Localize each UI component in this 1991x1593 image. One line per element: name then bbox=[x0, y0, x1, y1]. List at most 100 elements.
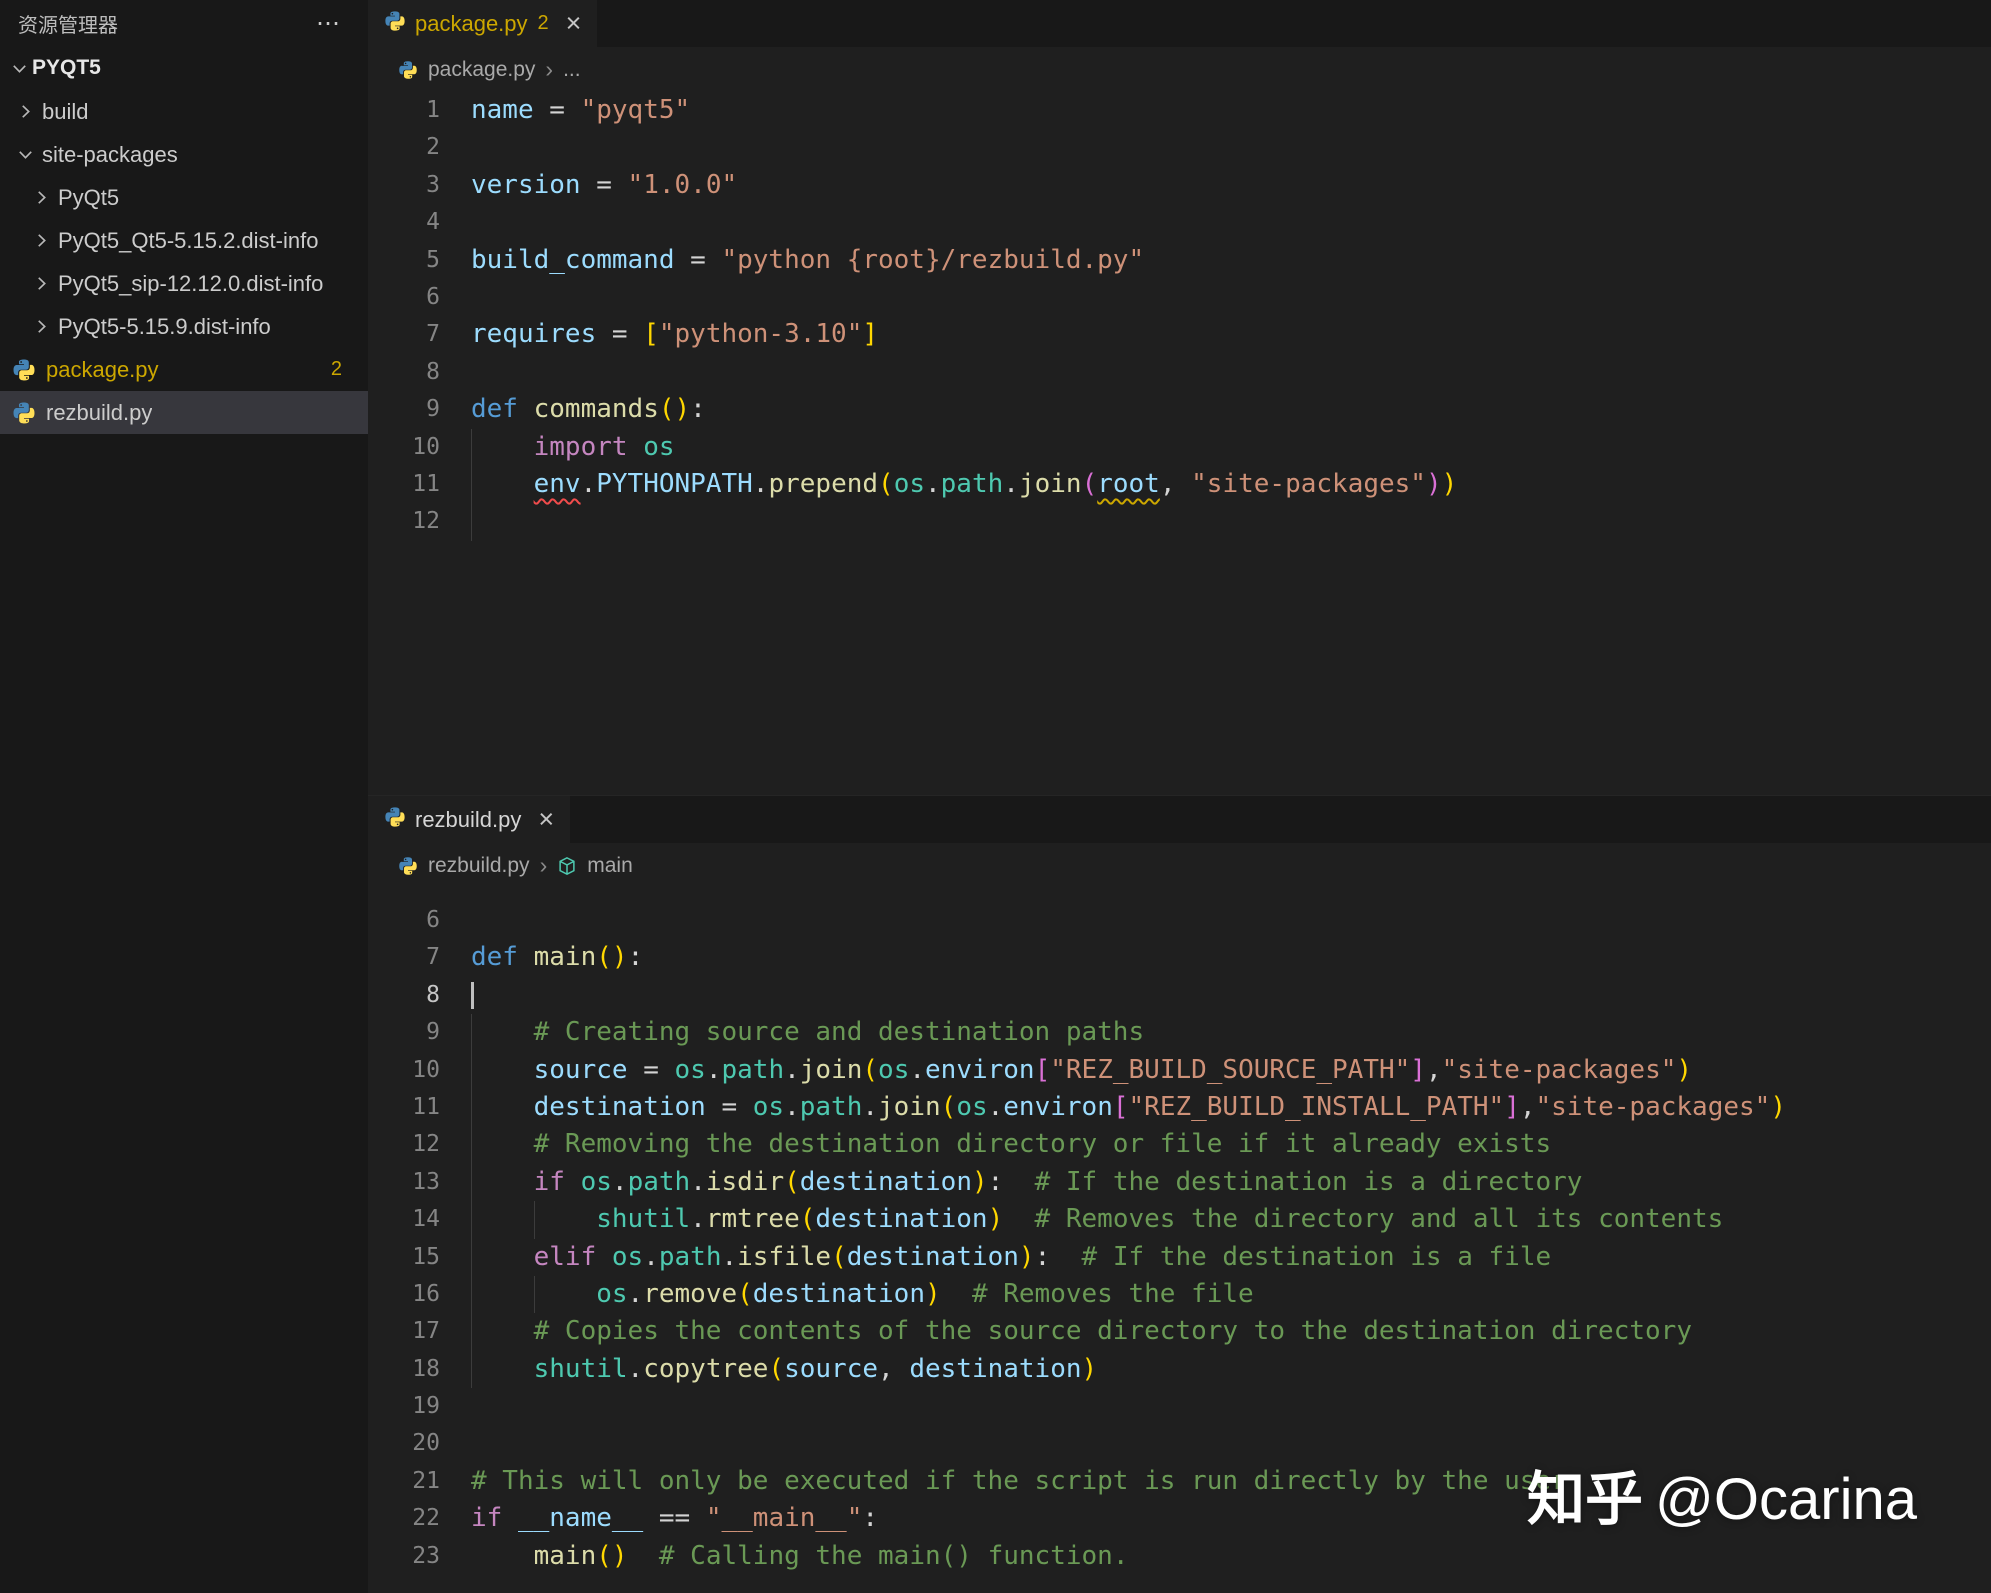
chevron-down-icon bbox=[6, 59, 32, 78]
tree-item-label: build bbox=[42, 99, 88, 125]
tree-item-label: PyQt5 bbox=[58, 185, 119, 211]
breadcrumb-symbol[interactable]: main bbox=[587, 854, 633, 878]
tab-package-py[interactable]: package.py 2 × bbox=[368, 0, 597, 47]
line-number: 12 bbox=[368, 1126, 440, 1163]
line-number: 11 bbox=[368, 1089, 440, 1126]
tree-item-rezbuild-py[interactable]: rezbuild.py bbox=[0, 391, 368, 434]
line-number: 12 bbox=[368, 503, 440, 540]
code-line[interactable]: 2 bbox=[368, 129, 1991, 166]
code-line[interactable]: 19 bbox=[368, 1388, 1991, 1425]
tree-item-pyqt5-sip-12-12-0-dist-info[interactable]: PyQt5_sip-12.12.0.dist-info bbox=[0, 262, 368, 305]
code-line[interactable]: 13 if os.path.isdir(destination): # If t… bbox=[368, 1164, 1991, 1201]
line-number: 14 bbox=[368, 1201, 440, 1238]
tree-item-package-py[interactable]: package.py2 bbox=[0, 348, 368, 391]
project-section-label: PYQT5 bbox=[32, 56, 101, 80]
code-line[interactable]: 14 shutil.rmtree(destination) # Removes … bbox=[368, 1201, 1991, 1238]
line-number: 21 bbox=[368, 1463, 440, 1500]
code-text: version = "1.0.0" bbox=[471, 167, 737, 204]
tab-rezbuild-py[interactable]: rezbuild.py × bbox=[368, 796, 570, 843]
watermark-brand: 知乎 bbox=[1527, 1467, 1643, 1532]
breadcrumb-tail[interactable]: ... bbox=[563, 58, 581, 82]
code-line[interactable]: 5 build_command = "python {root}/rezbuild… bbox=[368, 242, 1991, 279]
tree-item-pyqt5[interactable]: PyQt5 bbox=[0, 176, 368, 219]
indent-guide bbox=[471, 503, 472, 540]
code-text: # Copies the contents of the source dire… bbox=[471, 1313, 1692, 1350]
code-line[interactable]: 3 version = "1.0.0" bbox=[368, 167, 1991, 204]
code-line[interactable]: 11 env.PYTHONPATH.prepend(os.path.join(r… bbox=[368, 466, 1991, 503]
code-line[interactable]: 23 main() # Calling the main() function. bbox=[368, 1538, 1991, 1575]
code-text: main() # Calling the main() function. bbox=[471, 1538, 1128, 1575]
indent-guide bbox=[471, 1052, 472, 1089]
python-icon bbox=[398, 60, 418, 80]
line-number: 10 bbox=[368, 429, 440, 466]
line-number: 20 bbox=[368, 1425, 440, 1462]
code-line[interactable]: 6 bbox=[368, 902, 1991, 939]
line-number: 5 bbox=[368, 242, 440, 279]
indent-guide bbox=[471, 429, 472, 466]
tree-item-pyqt5-5-15-9-dist-info[interactable]: PyQt5-5.15.9.dist-info bbox=[0, 305, 368, 348]
code-line[interactable]: 10 import os bbox=[368, 429, 1991, 466]
indent-guide bbox=[534, 1201, 535, 1238]
tab-bar-top: package.py 2 × bbox=[368, 0, 1991, 47]
indent-guide bbox=[471, 1014, 472, 1051]
chevron-right-icon bbox=[28, 274, 54, 293]
indent-guide bbox=[471, 466, 472, 503]
breadcrumb-separator: › bbox=[540, 852, 548, 879]
code-line[interactable]: 12 bbox=[368, 503, 1991, 540]
code-line[interactable]: 8 bbox=[368, 977, 1991, 1014]
tab-bar-bottom: rezbuild.py × bbox=[368, 796, 1991, 843]
code-editor-package[interactable]: 1name = "pyqt5"23 version = "1.0.0"45 buil… bbox=[368, 92, 1991, 795]
code-line[interactable]: 1name = "pyqt5" bbox=[368, 92, 1991, 129]
code-text: build_command = "python {root}/rezbuild.… bbox=[471, 242, 1144, 279]
line-number: 9 bbox=[368, 1014, 440, 1051]
code-line[interactable]: 7def main(): bbox=[368, 939, 1991, 976]
code-line[interactable]: 15 elif os.path.isfile(destination): # I… bbox=[368, 1239, 1991, 1276]
breadcrumb-file[interactable]: package.py bbox=[428, 58, 535, 82]
code-text: import os bbox=[471, 429, 675, 466]
line-number: 17 bbox=[368, 1313, 440, 1350]
indent-guide bbox=[471, 1201, 472, 1238]
code-line[interactable]: 16 os.remove(destination) # Removes the … bbox=[368, 1276, 1991, 1313]
code-text: destination = os.path.join(os.environ["R… bbox=[471, 1089, 1786, 1126]
code-line[interactable]: 10 source = os.path.join(os.environ["REZ… bbox=[368, 1052, 1991, 1089]
line-number: 16 bbox=[368, 1276, 440, 1313]
tree-item-pyqt5-qt5-5-15-2-dist-info[interactable]: PyQt5_Qt5-5.15.2.dist-info bbox=[0, 219, 368, 262]
code-line[interactable]: 18 shutil.copytree(source, destination) bbox=[368, 1351, 1991, 1388]
chevron-right-icon bbox=[28, 231, 54, 250]
code-line[interactable]: 9 # Creating source and destination path… bbox=[368, 1014, 1991, 1051]
line-number: 19 bbox=[368, 1388, 440, 1425]
code-line[interactable]: 4 bbox=[368, 204, 1991, 241]
code-line[interactable]: 12 # Removing the destination directory … bbox=[368, 1126, 1991, 1163]
line-number: 3 bbox=[368, 167, 440, 204]
line-number: 1 bbox=[368, 92, 440, 129]
code-text: source = os.path.join(os.environ["REZ_BU… bbox=[471, 1052, 1692, 1089]
indent-guide bbox=[471, 1089, 472, 1126]
tree-item-label: PyQt5-5.15.9.dist-info bbox=[58, 314, 271, 340]
code-text: requires = ["python-3.10"] bbox=[471, 316, 878, 353]
python-icon bbox=[12, 401, 42, 425]
code-line[interactable]: 6 bbox=[368, 279, 1991, 316]
explorer-header: 资源管理器 ⋯ bbox=[0, 0, 368, 46]
line-number: 8 bbox=[368, 354, 440, 391]
file-tree: build site-packages PyQt5 PyQt5_Qt5-5.15.2.… bbox=[0, 90, 368, 434]
close-icon[interactable]: × bbox=[566, 10, 582, 37]
code-line[interactable]: 11 destination = os.path.join(os.environ… bbox=[368, 1089, 1991, 1126]
code-line[interactable]: 9def commands(): bbox=[368, 391, 1991, 428]
chevron-right-icon bbox=[28, 188, 54, 207]
code-text: elif os.path.isfile(destination): # If t… bbox=[471, 1239, 1551, 1276]
line-number: 2 bbox=[368, 129, 440, 166]
more-actions-icon[interactable]: ⋯ bbox=[316, 9, 342, 38]
project-section-header[interactable]: PYQT5 bbox=[0, 46, 368, 90]
breadcrumb-file[interactable]: rezbuild.py bbox=[428, 854, 530, 878]
close-icon[interactable]: × bbox=[538, 806, 554, 833]
breadcrumb-top: package.py › ... bbox=[368, 47, 1991, 92]
tree-item-label: rezbuild.py bbox=[46, 400, 152, 426]
python-icon bbox=[398, 856, 418, 876]
code-line[interactable]: 17 # Copies the contents of the source d… bbox=[368, 1313, 1991, 1350]
watermark-handle: @Ocarina bbox=[1655, 1467, 1917, 1532]
code-line[interactable]: 8 bbox=[368, 354, 1991, 391]
tree-item-site-packages[interactable]: site-packages bbox=[0, 133, 368, 176]
code-line[interactable]: 7 requires = ["python-3.10"] bbox=[368, 316, 1991, 353]
tree-item-build[interactable]: build bbox=[0, 90, 368, 133]
line-number: 7 bbox=[368, 316, 440, 353]
